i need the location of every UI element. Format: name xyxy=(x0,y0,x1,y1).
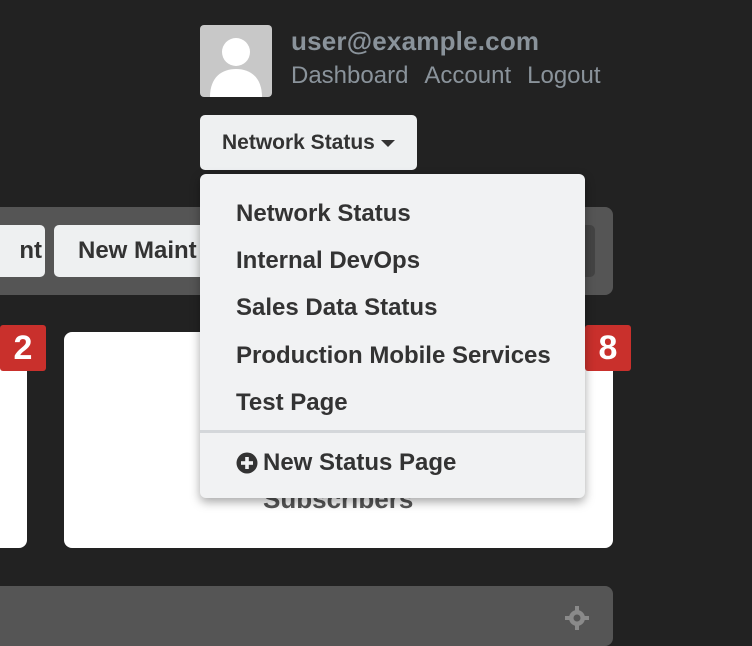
new-maintenance-button[interactable]: New Maint xyxy=(54,225,214,277)
menu-item-production-mobile-services[interactable]: Production Mobile Services xyxy=(200,332,585,379)
logout-link[interactable]: Logout xyxy=(527,62,600,90)
plus-circle-icon xyxy=(236,452,258,474)
new-status-page-item[interactable]: New Status Page xyxy=(236,449,456,477)
count-badge: 2 xyxy=(0,325,46,371)
bottom-panel xyxy=(0,586,613,646)
menu-item-network-status[interactable]: Network Status xyxy=(200,190,585,237)
avatar xyxy=(200,25,272,97)
menu-item-internal-devops[interactable]: Internal DevOps xyxy=(200,237,585,284)
subscribers-count-badge: 8 xyxy=(585,325,631,371)
menu-item-sales-data-status[interactable]: Sales Data Status xyxy=(200,285,585,332)
new-incident-button[interactable]: nt xyxy=(0,225,45,277)
caret-down-icon xyxy=(380,140,395,147)
menu-item-test-page[interactable]: Test Page xyxy=(200,379,585,426)
dropdown-divider xyxy=(200,430,585,433)
dropdown-list: Network Status Internal DevOps Sales Dat… xyxy=(200,174,585,426)
gear-icon[interactable] xyxy=(565,606,589,630)
status-page-dropdown-label: Network Status xyxy=(222,130,375,154)
account-link[interactable]: Account xyxy=(424,62,511,90)
status-page-dropdown-button[interactable]: Network Status xyxy=(200,115,417,170)
new-maintenance-label: New Maint xyxy=(78,237,197,264)
user-links: Dashboard Account Logout xyxy=(291,62,601,90)
status-page-dropdown-menu: Network Status Internal DevOps Sales Dat… xyxy=(200,174,585,498)
dashboard-link[interactable]: Dashboard xyxy=(291,62,408,90)
user-email: user@example.com xyxy=(291,26,540,56)
new-incident-label: nt xyxy=(19,237,42,264)
avatar-icon xyxy=(210,38,262,97)
new-status-page-label: New Status Page xyxy=(263,449,457,476)
